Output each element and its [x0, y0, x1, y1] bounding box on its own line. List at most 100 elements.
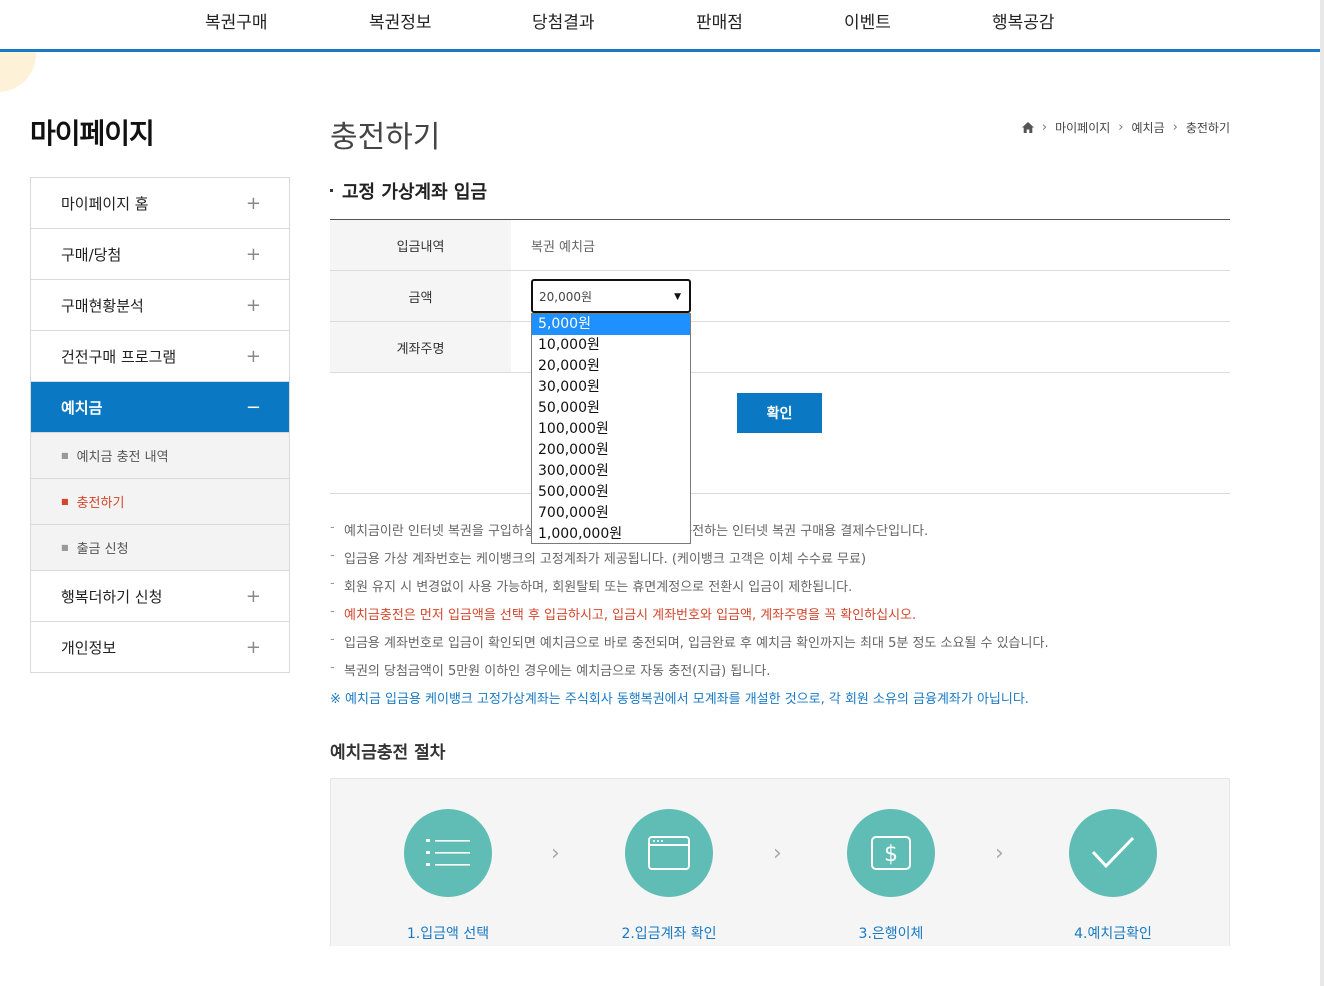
nav-draw-results[interactable]: 당첨결과 — [532, 8, 595, 33]
bullet-icon: ■ — [61, 497, 69, 506]
amount-option[interactable]: 500,000원 — [532, 482, 690, 503]
sidebar-item-mypage-home[interactable]: 마이페이지 홈 + — [31, 178, 289, 229]
nav-happy-share[interactable]: 행복공감 — [992, 8, 1055, 33]
chevron-right-icon: › — [995, 841, 1004, 866]
sidebar-subitem-deposit-history[interactable]: ■ 예치금 충전 내역 — [31, 433, 289, 479]
process-step: 4.예치금확인 — [1033, 809, 1193, 943]
home-icon[interactable] — [1021, 122, 1034, 133]
checkmark-icon — [1091, 836, 1135, 869]
amount-option[interactable]: 200,000원 — [532, 440, 690, 461]
plus-icon: + — [245, 636, 261, 658]
nav-lotto-info[interactable]: 복권정보 — [369, 8, 432, 33]
amount-option[interactable]: 20,000원 — [532, 356, 690, 377]
svg-text:$: $ — [884, 842, 898, 867]
nav-lotto-purchase[interactable]: 복권구매 — [205, 8, 268, 33]
sidebar-item-label: 구매/당첨 — [61, 245, 122, 264]
sidebar-item-label: 마이페이지 홈 — [61, 194, 149, 213]
amount-option[interactable]: 5,000원 — [532, 314, 690, 335]
dropdown-arrow-icon: ▼ — [674, 292, 681, 302]
chevron-right-icon: › — [551, 841, 560, 866]
form-label: 입금내역 — [330, 220, 511, 270]
nav-retailers[interactable]: 판매점 — [696, 8, 743, 33]
note-text: 예치금충전은 먼저 입금액을 선택 후 입금하시고, 입금시 계좌번호와 입금액… — [344, 608, 917, 623]
process-step: 2.입금계좌 확인 — [589, 809, 749, 943]
note-item: - 입금용 가상 계좌번호는 케이뱅크의 고정계좌가 제공됩니다. (케이뱅크 고… — [330, 548, 1230, 576]
amount-option[interactable]: 50,000원 — [532, 398, 690, 419]
chevron-right-icon: › — [773, 841, 782, 866]
note-dash: - — [330, 632, 335, 647]
section-title-text: 고정 가상계좌 입금 — [342, 182, 488, 203]
note-text: 입금용 가상 계좌번호는 케이뱅크의 고정계좌가 제공됩니다. (케이뱅크 고객… — [344, 552, 867, 567]
note-item: -예치금이란 인터넷 복권을 구입하실 때 사용할 수 있도록 미리 충전하는 … — [330, 520, 1230, 548]
step-label: 3.은행이체 — [858, 926, 924, 942]
step-label: 2.입금계좌 확인 — [621, 926, 717, 942]
step-circle — [404, 809, 492, 897]
process-step: $ 3.은행이체 — [811, 809, 971, 943]
amount-option[interactable]: 30,000원 — [532, 377, 690, 398]
amount-option[interactable]: 1,000,000원 — [532, 524, 690, 545]
note-dash: - — [330, 576, 335, 591]
bullet-icon: ■ — [61, 543, 69, 552]
top-navigation: 복권구매 복권정보 당첨결과 판매점 이벤트 행복공감 — [0, 0, 1324, 52]
form-label: 금액 — [330, 271, 511, 321]
step-circle — [1069, 809, 1157, 897]
amount-select-value: 20,000원 — [539, 289, 593, 304]
divider — [330, 493, 1230, 494]
notice-text: ※ 예치금 입금용 케이뱅크 고정가상계좌는 주식회사 동행복권에서 모계좌를 … — [330, 692, 1029, 707]
step-label: 4.예치금확인 — [1074, 926, 1152, 942]
breadcrumb: › 마이페이지 › 예치금 › 충전하기 — [1021, 119, 1230, 136]
amount-option[interactable]: 10,000원 — [532, 335, 690, 356]
confirm-button[interactable]: 확인 — [737, 393, 822, 433]
form-row-amount: 금액 — [330, 271, 1230, 322]
list-icon — [426, 839, 470, 866]
nav-events[interactable]: 이벤트 — [844, 8, 891, 33]
sidebar-item-happy-plus[interactable]: 행복더하기 신청 + — [31, 571, 289, 622]
sidebar-subitem-label: 출금 신청 — [76, 542, 129, 557]
form-row-deposit-type: 입금내역 복권 예치금 — [330, 220, 1230, 271]
bullet-icon — [330, 188, 333, 192]
breadcrumb-item[interactable]: 예치금 — [1132, 119, 1165, 136]
sidebar-subitem-charge[interactable]: ■ 충전하기 — [31, 479, 289, 525]
plus-icon: + — [245, 585, 261, 607]
chevron-right-icon: › — [1041, 120, 1048, 135]
note-dash: - — [330, 548, 335, 563]
process-title: 예치금충전 절차 — [330, 743, 446, 763]
sidebar-menu: 마이페이지 홈 + 구매/당첨 + 구매현황분석 + 건전구매 프로그램 + 예… — [30, 177, 290, 673]
plus-icon: + — [245, 192, 261, 214]
sidebar-item-healthy-program[interactable]: 건전구매 프로그램 + — [31, 331, 289, 382]
scrollbar[interactable] — [1320, 0, 1324, 986]
process-step: 1.입금액 선택 — [368, 809, 528, 943]
notes-list: -예치금이란 인터넷 복권을 구입하실 때 사용할 수 있도록 미리 충전하는 … — [330, 520, 1230, 716]
sidebar-item-personal-info[interactable]: 개인정보 + — [31, 622, 289, 673]
browser-window-icon — [648, 836, 690, 870]
amount-select[interactable]: 20,000원 ▼ — [531, 279, 691, 313]
note-text: 회원 유지 시 변경없이 사용 가능하며, 회원탈퇴 또는 휴면계정으로 전환시… — [344, 580, 853, 595]
page-title: 충전하기 — [330, 120, 441, 155]
sidebar-item-label: 구매현황분석 — [61, 296, 144, 315]
plus-icon: + — [245, 243, 261, 265]
note-item: - 회원 유지 시 변경없이 사용 가능하며, 회원탈퇴 또는 휴면계정으로 전환… — [330, 576, 1230, 604]
sidebar-subitem-label: 충전하기 — [76, 496, 125, 511]
dollar-icon: $ — [871, 836, 911, 870]
note-dash: - — [330, 604, 335, 619]
amount-option[interactable]: 700,000원 — [532, 503, 690, 524]
plus-icon: + — [245, 294, 261, 316]
sidebar-item-label: 개인정보 — [61, 638, 117, 657]
deposit-type-value: 복권 예치금 — [531, 239, 595, 255]
note-dash: - — [330, 660, 335, 675]
amount-option[interactable]: 300,000원 — [532, 461, 690, 482]
form-row-account-holder: 계좌주명 — [330, 322, 1230, 373]
note-text: 입금용 계좌번호로 입금이 확인되면 예치금으로 바로 충전되며, 입금완료 후… — [344, 636, 1049, 651]
step-circle — [625, 809, 713, 897]
breadcrumb-item[interactable]: 마이페이지 — [1055, 119, 1110, 136]
sidebar-subitem-withdraw[interactable]: ■ 출금 신청 — [31, 525, 289, 571]
plus-icon: + — [245, 345, 261, 367]
form-label: 계좌주명 — [330, 322, 511, 372]
note-item: - 입금용 계좌번호로 입금이 확인되면 예치금으로 바로 충전되며, 입금완료 … — [330, 632, 1230, 660]
deposit-form: 입금내역 복권 예치금 금액 계좌주명 — [330, 219, 1230, 373]
sidebar-item-label: 행복더하기 신청 — [61, 587, 163, 606]
sidebar-item-deposit[interactable]: 예치금 − — [31, 382, 289, 433]
sidebar-item-purchase-winning[interactable]: 구매/당첨 + — [31, 229, 289, 280]
amount-option[interactable]: 100,000원 — [532, 419, 690, 440]
sidebar-item-purchase-analysis[interactable]: 구매현황분석 + — [31, 280, 289, 331]
